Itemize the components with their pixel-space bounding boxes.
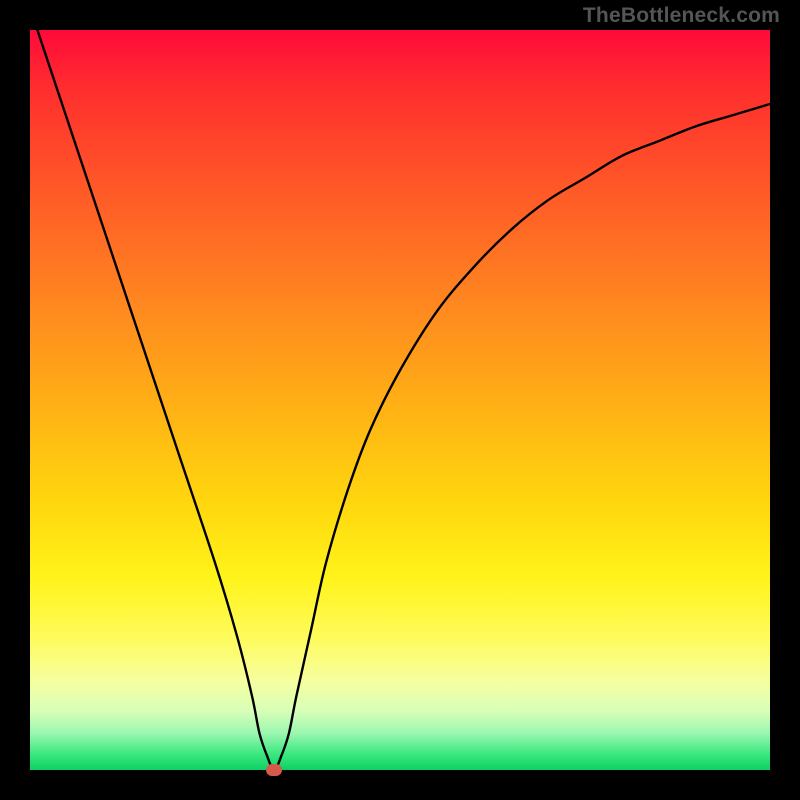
watermark-text: TheBottleneck.com [583, 4, 780, 28]
chart-frame: TheBottleneck.com [0, 0, 800, 800]
optimal-point-marker [266, 764, 282, 776]
plot-area [30, 30, 770, 770]
curve-svg [30, 30, 770, 770]
bottleneck-curve [30, 8, 770, 770]
